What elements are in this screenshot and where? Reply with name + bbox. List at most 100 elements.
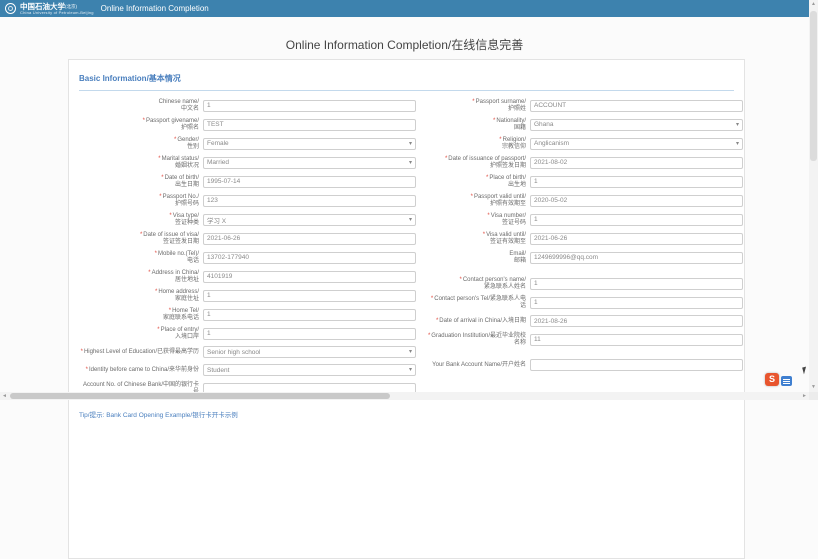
form-row: *Graduation Institution/最近毕业院校名称 11 bbox=[426, 333, 743, 346]
text-input[interactable]: 1 bbox=[530, 214, 743, 226]
field-label: *Identity before came to China/来华前身份 bbox=[77, 367, 203, 374]
field-value: 1 bbox=[207, 311, 211, 318]
form-row: *Nationality/国籍 Ghana▾ bbox=[426, 118, 743, 131]
field-label: *Home Tel/家庭联系电话 bbox=[77, 308, 203, 321]
scroll-right-icon[interactable]: ► bbox=[800, 392, 809, 400]
field-label: *Visa number/签证号码 bbox=[426, 213, 530, 226]
required-asterisk: * bbox=[155, 251, 157, 257]
text-input[interactable]: 1 bbox=[203, 309, 416, 321]
field-value: Student bbox=[207, 367, 229, 374]
bank-card-example-link[interactable]: Tip/提示: Bank Card Opening Example/银行卡开卡示… bbox=[79, 409, 238, 419]
scroll-down-icon[interactable]: ▼ bbox=[809, 383, 818, 392]
field-value: 11 bbox=[534, 336, 541, 343]
form-row: *Place of birth/出生地 1 bbox=[426, 175, 743, 188]
horizontal-scrollbar[interactable]: ◄ ► bbox=[0, 392, 809, 400]
text-input[interactable]: 123 bbox=[203, 195, 416, 207]
field-label: *Date of arrival in China/入境日期 bbox=[426, 318, 530, 325]
select-input[interactable]: Ghana▾ bbox=[530, 119, 743, 131]
field-value: 2021-08-02 bbox=[534, 159, 567, 166]
keyboard-icon[interactable] bbox=[781, 376, 792, 386]
required-asterisk: * bbox=[159, 194, 161, 200]
required-asterisk: * bbox=[471, 194, 473, 200]
text-input[interactable]: 2021-08-26 bbox=[530, 315, 743, 327]
text-input[interactable]: 1249699996@qq.com bbox=[530, 252, 743, 264]
field-label: *Date of issue of visa/签证签发日期 bbox=[77, 232, 203, 245]
field-label: *Date of issuance of passport/护照签发日期 bbox=[426, 156, 530, 169]
select-input[interactable]: Female▾ bbox=[203, 138, 416, 150]
text-input[interactable]: 13702-177940 bbox=[203, 252, 416, 264]
form-row: *Mobile no.(Tel)/电话 13702-177940 bbox=[77, 251, 416, 264]
form-row: *Visa type/签证种类 学习 X▾ bbox=[77, 213, 416, 226]
field-value: 2021-06-26 bbox=[534, 235, 567, 242]
app-title: Online Information Completion bbox=[101, 4, 209, 13]
field-control: 1 bbox=[203, 328, 416, 340]
field-value: 1 bbox=[534, 299, 538, 306]
field-value: TEST bbox=[207, 121, 224, 128]
field-control: ACCOUNT bbox=[530, 100, 743, 112]
field-value: Anglicanism bbox=[534, 140, 569, 147]
required-asterisk: * bbox=[174, 137, 176, 143]
field-label: *Date of birth/出生日期 bbox=[77, 175, 203, 188]
text-input[interactable]: ACCOUNT bbox=[530, 100, 743, 112]
field-control: Ghana▾ bbox=[530, 119, 743, 131]
field-value: 1 bbox=[534, 216, 538, 223]
field-control: 2021-08-26 bbox=[530, 315, 743, 327]
text-input[interactable]: 1995-07-14 bbox=[203, 176, 416, 188]
field-value: 2021-06-26 bbox=[207, 235, 240, 242]
text-input[interactable]: 2020-05-02 bbox=[530, 195, 743, 207]
form-row: Chinese name/中文名 1 bbox=[77, 99, 416, 112]
field-control: Senior high school▾ bbox=[203, 346, 416, 358]
form-column-right: *Passport surname/护照姓 ACCOUNT *Nationali… bbox=[426, 99, 743, 401]
required-asterisk: * bbox=[493, 118, 495, 124]
text-input[interactable]: 1 bbox=[203, 290, 416, 302]
horizontal-scroll-thumb[interactable] bbox=[10, 393, 390, 399]
field-label: *Graduation Institution/最近毕业院校名称 bbox=[426, 333, 530, 346]
text-input[interactable]: 1 bbox=[530, 176, 743, 188]
select-input[interactable]: 学习 X▾ bbox=[203, 214, 416, 226]
field-value: 1 bbox=[207, 330, 211, 337]
form-row: *Visa number/签证号码 1 bbox=[426, 213, 743, 226]
field-value: 1 bbox=[207, 102, 211, 109]
field-value: 2020-05-02 bbox=[534, 197, 567, 204]
text-input[interactable]: 2021-06-26 bbox=[530, 233, 743, 245]
section-header: Basic Information/基本情况 bbox=[79, 68, 734, 91]
text-input[interactable]: 1 bbox=[203, 328, 416, 340]
form-row: *Passport givename/护照名 TEST bbox=[77, 118, 416, 131]
scrollbar-corner bbox=[809, 392, 818, 400]
text-input[interactable]: 11 bbox=[530, 334, 743, 346]
form-row: *Visa valid until/签证有效期至 2021-06-26 bbox=[426, 232, 743, 245]
required-asterisk: * bbox=[169, 308, 171, 314]
required-asterisk: * bbox=[486, 175, 488, 181]
text-input[interactable]: 1 bbox=[203, 100, 416, 112]
vertical-scrollbar[interactable]: ▲ ▼ bbox=[809, 0, 818, 392]
text-input[interactable]: 2021-06-26 bbox=[203, 233, 416, 245]
form-row: *Religion/宗教信仰 Anglicanism▾ bbox=[426, 137, 743, 150]
text-input[interactable]: TEST bbox=[203, 119, 416, 131]
scroll-left-icon[interactable]: ◄ bbox=[0, 392, 9, 400]
form-row: *Highest Level of Education/已获得最高学历 Seni… bbox=[77, 346, 416, 358]
select-input[interactable]: Married▾ bbox=[203, 157, 416, 169]
required-asterisk: * bbox=[155, 289, 157, 295]
scroll-up-icon[interactable]: ▲ bbox=[809, 0, 818, 9]
select-input[interactable]: Student ▾ bbox=[203, 364, 416, 376]
form-row: *Home Tel/家庭联系电话 1 bbox=[77, 308, 416, 321]
select-input[interactable]: Senior high school▾ bbox=[203, 346, 416, 358]
chevron-down-icon: ▾ bbox=[409, 141, 412, 147]
text-input[interactable]: 4101919 bbox=[203, 271, 416, 283]
field-label: *Highest Level of Education/已获得最高学历 bbox=[77, 349, 203, 356]
field-label: *Mobile no.(Tel)/电话 bbox=[77, 251, 203, 264]
vertical-scroll-thumb[interactable] bbox=[810, 11, 817, 161]
select-input[interactable]: Anglicanism▾ bbox=[530, 138, 743, 150]
form-row: *Passport valid until/护照有效期至 2020-05-02 bbox=[426, 194, 743, 207]
text-input[interactable]: 2021-08-02 bbox=[530, 157, 743, 169]
field-control: 学习 X▾ bbox=[203, 214, 416, 226]
text-input[interactable] bbox=[530, 359, 743, 371]
chevron-down-icon: ▾ bbox=[409, 367, 412, 373]
field-value: Married bbox=[207, 159, 229, 166]
text-input[interactable]: 1 bbox=[530, 278, 743, 290]
sogou-input-icon[interactable]: S bbox=[765, 373, 779, 386]
field-value: 1 bbox=[207, 292, 211, 299]
field-control: 2021-08-02 bbox=[530, 157, 743, 169]
text-input[interactable]: 1 bbox=[530, 297, 743, 309]
ime-toolbar[interactable]: S bbox=[765, 373, 792, 386]
